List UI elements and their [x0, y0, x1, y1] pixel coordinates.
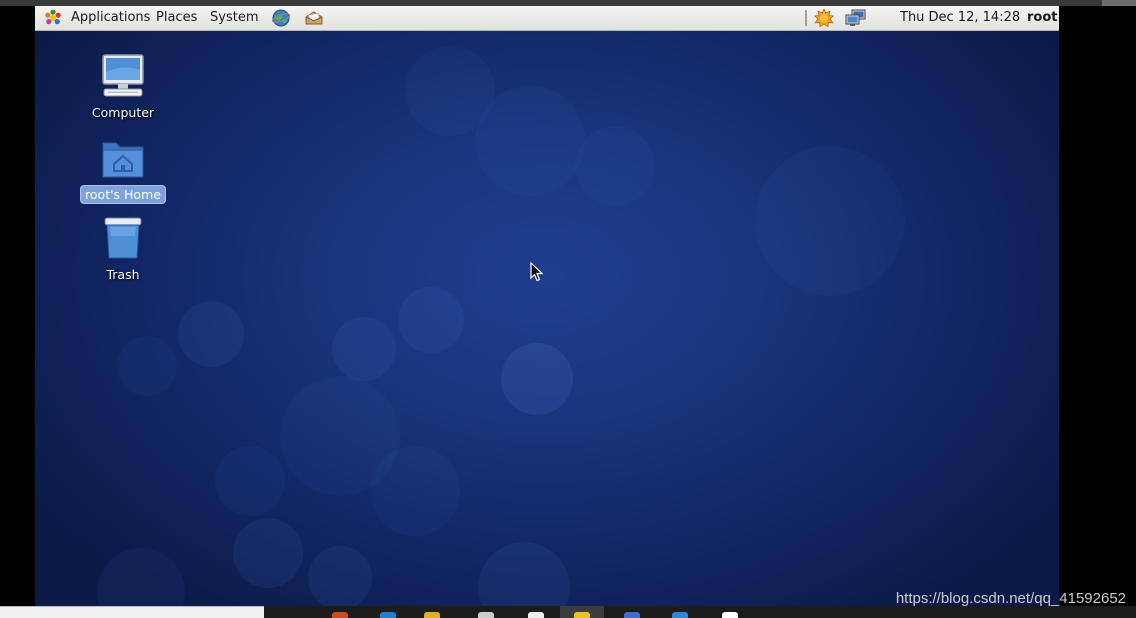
bokeh-circle: [215, 446, 285, 516]
taskbar-app-icon[interactable]: [672, 612, 688, 618]
menu-places[interactable]: Places: [156, 6, 197, 30]
vm-display[interactable]: Applications Places System Thu Dec 12, 1…: [35, 6, 1059, 606]
bokeh-circle: [478, 542, 570, 606]
desktop-icon-home[interactable]: root's Home: [78, 133, 168, 204]
taskbar-app-icon[interactable]: [424, 612, 440, 618]
taskbar-app-icon[interactable]: [722, 612, 738, 618]
taskbar-app-icon[interactable]: [574, 612, 590, 618]
desktop-icon-label: Computer: [91, 105, 155, 120]
bokeh-circle: [332, 317, 396, 381]
taskbar-app-icon[interactable]: [380, 612, 396, 618]
trash-icon: [98, 214, 148, 264]
bokeh-circle: [117, 336, 177, 396]
host-screen: Applications Places System Thu Dec 12, 1…: [0, 0, 1136, 618]
taskbar-app-icon[interactable]: [528, 612, 544, 618]
host-top-strip-right: [1102, 0, 1136, 6]
bokeh-circle: [97, 548, 185, 606]
bokeh-circle: [405, 46, 495, 136]
gnome-foot-icon[interactable]: [43, 9, 63, 27]
bokeh-circle: [398, 287, 464, 353]
panel-separator: [805, 10, 807, 26]
bokeh-circle: [178, 301, 244, 367]
computer-icon: [98, 52, 148, 102]
panel-clock[interactable]: Thu Dec 12, 14:28: [900, 6, 1020, 30]
top-panel: Applications Places System Thu Dec 12, 1…: [35, 6, 1059, 31]
menu-system[interactable]: System: [210, 6, 258, 30]
home-folder-icon: [98, 133, 148, 183]
bokeh-circle: [755, 146, 905, 296]
update-notifier-icon[interactable]: [813, 8, 835, 28]
taskbar-app-icon[interactable]: [332, 612, 348, 618]
watermark-text: https://blog.csdn.net/qq_41592652: [895, 590, 1126, 607]
taskbar-active-app[interactable]: [560, 606, 604, 618]
taskbar-app-icon[interactable]: [624, 612, 640, 618]
bokeh-circle: [233, 518, 303, 588]
host-taskbar-search[interactable]: [0, 606, 264, 618]
desktop-icon-computer[interactable]: Computer: [78, 52, 168, 121]
host-taskbar-icons: [264, 606, 1136, 618]
panel-user[interactable]: root: [1027, 6, 1058, 30]
web-browser-globe-icon[interactable]: [271, 9, 291, 27]
network-connection-icon[interactable]: [845, 9, 866, 27]
desktop-icon-label: Trash: [106, 267, 140, 282]
desktop-icon-trash[interactable]: Trash: [78, 214, 168, 283]
desktop-icon-label: root's Home: [80, 185, 166, 204]
bokeh-circle: [370, 446, 460, 536]
menu-applications[interactable]: Applications: [71, 6, 150, 30]
mail-client-icon[interactable]: [304, 9, 324, 27]
bokeh-circle: [575, 126, 655, 206]
bokeh-circle: [308, 546, 372, 606]
taskbar-app-icon[interactable]: [478, 612, 494, 618]
bokeh-circle: [501, 343, 573, 415]
host-taskbar: [0, 606, 1136, 618]
mouse-cursor-icon: [530, 261, 544, 282]
